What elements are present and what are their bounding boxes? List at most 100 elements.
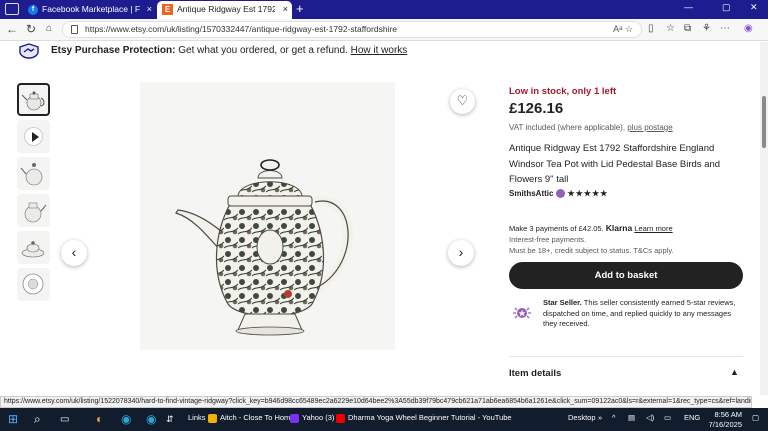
yahoo-icon [290, 413, 299, 423]
klarna-logo: Klarna [605, 223, 633, 233]
edge-icon[interactable]: ◉ [121, 412, 131, 427]
previous-image-button[interactable]: ‹ [61, 240, 87, 266]
favorite-heart-icon[interactable]: ♡ [450, 89, 475, 114]
tab-title: Antique Ridgway Est 1792 Staffordshire [177, 4, 275, 14]
etsy-icon: E [162, 4, 173, 15]
postage-link[interactable]: plus postage [627, 123, 672, 132]
desktop-toolbar[interactable]: Desktop [568, 413, 596, 422]
minimize-button[interactable]: — [684, 2, 693, 12]
favorite-star-icon[interactable]: Aᵃ ☆ [613, 24, 633, 35]
tab-etsy-listing[interactable]: E Antique Ridgway Est 1792 Staffordshire… [157, 1, 292, 19]
address-bar[interactable]: https://www.etsy.com/uk/listing/15703324… [62, 21, 642, 38]
vat-note: VAT included (where applicable), plus po… [509, 123, 673, 132]
divider [509, 356, 743, 357]
tab-bar: f Facebook Marketplace | Facebook × E An… [0, 0, 768, 19]
battery-icon[interactable]: ▭ [664, 413, 671, 422]
edge-active-icon[interactable]: ◉ [146, 412, 156, 427]
split-screen-icon[interactable]: ▯ [648, 23, 654, 34]
scroll-arrows-icon[interactable]: ⇵ [166, 412, 174, 427]
protection-handshake-icon [19, 43, 39, 59]
taskbar-item-aitch[interactable]: Aitch - Close To Home [208, 413, 294, 423]
play-icon [24, 127, 43, 146]
clock[interactable]: 8:56 AM 7/16/2025 [702, 410, 742, 429]
thumbnail-1[interactable] [17, 83, 50, 116]
workspaces-icon[interactable] [5, 3, 19, 15]
klarna-text: Make 3 payments of £42.05. [509, 224, 604, 233]
status-link-preview: https://www.etsy.com/uk/listing/15220783… [0, 396, 752, 408]
price: £126.16 [509, 100, 564, 117]
shop-name-link[interactable]: SmithsAttic [509, 189, 553, 198]
show-hidden-icons[interactable]: ^ [612, 413, 616, 422]
listing-title: Antique Ridgway Est 1792 Staffordshire E… [509, 143, 721, 185]
volume-icon[interactable]: ◁) [646, 413, 654, 422]
next-image-button[interactable]: › [448, 240, 474, 266]
shop-info: SmithsAttic ★★★★★ [509, 189, 608, 199]
thumbnail-3[interactable] [17, 157, 50, 190]
expand-tray-icon[interactable]: » [598, 413, 602, 422]
learn-more-link[interactable]: Learn more [634, 224, 672, 233]
maximize-button[interactable]: ▢ [722, 2, 731, 13]
time: 8:56 AM [714, 410, 742, 419]
teapot-thumbnail-image [24, 202, 47, 223]
settings-more-icon[interactable]: ⋯ [720, 23, 730, 34]
new-tab-button[interactable]: + [296, 1, 304, 17]
how-it-works-link[interactable]: How it works [351, 45, 408, 56]
task-view-icon[interactable]: ▭ [60, 412, 69, 427]
windows-taskbar: ⊞ ⌕ ▭ ◐ ◉ ◉ ⇵ Links Aitch - Close To Hom… [0, 408, 768, 431]
scrollbar-thumb[interactable] [762, 96, 766, 148]
close-tab-button[interactable]: × [147, 1, 152, 18]
star-seller-badge-icon [556, 189, 566, 199]
taskbar-item-yahoo[interactable]: Yahoo (3) [290, 413, 334, 423]
thumbnail-video[interactable] [17, 120, 50, 153]
taskbar-item-youtube[interactable]: Dharma Yoga Wheel Beginner Tutorial - Yo… [336, 413, 512, 423]
windows-start-icon[interactable]: ⊞ [8, 412, 18, 427]
url-text[interactable]: https://www.etsy.com/uk/listing/15703324… [85, 24, 397, 34]
notifications-icon[interactable]: ▢ [752, 413, 759, 422]
thumbnail-5[interactable] [17, 231, 50, 264]
copilot-icon[interactable]: ◉ [744, 23, 753, 34]
taskbar-item-label: Aitch - Close To Home [220, 413, 295, 422]
taskbar-item-label: Yahoo (3) [302, 413, 335, 422]
copilot-app-icon[interactable]: ◐ [96, 412, 103, 427]
collections-icon[interactable]: ⧉ [684, 23, 691, 34]
thumbnail-4[interactable] [17, 194, 50, 227]
stock-status: Low in stock, only 1 left [509, 86, 617, 97]
main-product-image[interactable] [140, 82, 395, 350]
star-seller-info: Star Seller. This seller consistently ea… [543, 298, 743, 330]
chevron-up-icon[interactable]: ▲ [730, 367, 739, 377]
tab-title: Facebook Marketplace | Facebook [42, 4, 140, 14]
item-details-header[interactable]: Item details [509, 368, 561, 379]
lock-icon [71, 25, 78, 34]
tab-facebook[interactable]: f Facebook Marketplace | Facebook × [22, 1, 156, 19]
base-thumbnail-image [22, 273, 44, 295]
close-window-button[interactable]: ✕ [750, 2, 758, 13]
language-indicator[interactable]: ENG [684, 413, 700, 422]
folder-icon [208, 413, 217, 423]
refresh-icon[interactable]: ↻ [26, 22, 36, 36]
protection-title: Etsy Purchase Protection: [51, 45, 176, 56]
protection-text: Get what you ordered, or get a refund. [178, 45, 348, 56]
facebook-icon: f [28, 5, 38, 15]
close-tab-button[interactable]: × [283, 1, 288, 18]
extensions-icon[interactable]: ⚘ [702, 23, 711, 34]
home-icon[interactable]: ⌂ [46, 22, 52, 36]
add-to-basket-button[interactable]: Add to basket [509, 262, 743, 289]
navigation-bar: ← ↻ ⌂ https://www.etsy.com/uk/listing/15… [0, 19, 768, 41]
vat-text: VAT included (where applicable), [509, 123, 626, 132]
scrollbar[interactable] [760, 42, 768, 395]
star-seller-title: Star Seller. [543, 298, 582, 307]
credit-note: Must be 18+, credit subject to status. T… [509, 246, 674, 255]
youtube-icon [336, 413, 345, 423]
back-icon[interactable]: ← [6, 22, 18, 36]
teapot-image [175, 159, 354, 336]
taskbar-item-label: Dharma Yoga Wheel Beginner Tutorial - Yo… [348, 413, 512, 422]
network-icon[interactable]: ▤ [628, 413, 635, 422]
teapot-thumbnail-image [21, 91, 45, 111]
search-icon[interactable]: ⌕ [34, 412, 41, 427]
teapot-thumbnail-image [20, 163, 43, 186]
rating-stars[interactable]: ★★★★★ [567, 189, 608, 198]
klarna-installments: Make 3 payments of £42.05. Klarna Learn … [509, 223, 673, 233]
favorites-icon[interactable]: ☆ [666, 23, 675, 34]
links-toolbar[interactable]: Links [188, 413, 206, 422]
thumbnail-6[interactable] [17, 268, 50, 301]
